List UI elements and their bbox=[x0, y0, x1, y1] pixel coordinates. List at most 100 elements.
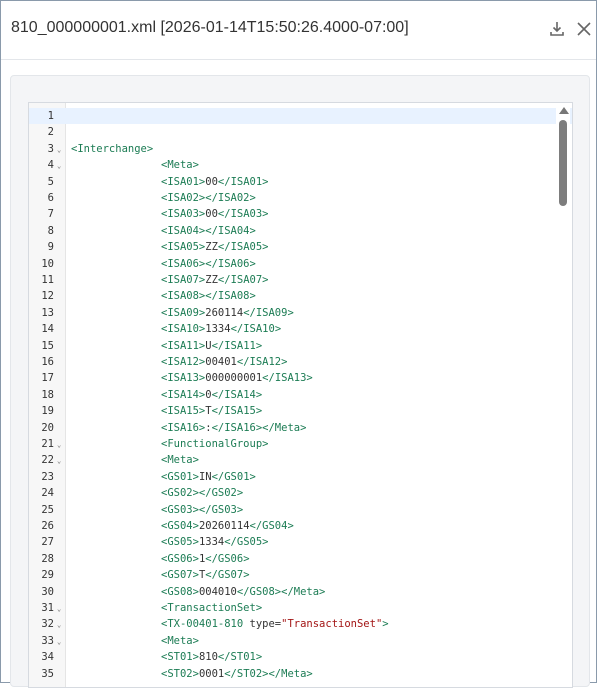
dialog-title: 810_000000001.xml [2026-01-14T15:50:26.4… bbox=[11, 19, 409, 36]
code-text: <Meta> bbox=[161, 452, 199, 468]
code-editor[interactable]: 1 2 3 ⌄ <Interchange> 4 ⌄ <Meta> 5 <ISA01>00</ISA… bbox=[28, 102, 573, 688]
code-token: <ISA04></ISA04> bbox=[161, 224, 256, 237]
code-token: </GS04> bbox=[249, 520, 294, 532]
code-token: "TransactionSet" bbox=[281, 618, 383, 631]
line-number: 9 bbox=[47, 241, 54, 254]
line-number: 17 bbox=[41, 372, 54, 385]
code-token: 000000001 bbox=[205, 372, 263, 385]
code-token: </ISA16></Meta> bbox=[211, 421, 307, 434]
code-text: <ISA09>260114</ISA09> bbox=[161, 305, 294, 321]
code-token: <ISA03> bbox=[161, 208, 206, 221]
code-text: <GS02></GS02> bbox=[161, 485, 243, 501]
line-number: 5 bbox=[47, 175, 54, 188]
code-token: 0001 bbox=[198, 667, 225, 680]
code-text: <Meta> bbox=[161, 157, 199, 173]
code-text: <ISA16>:</ISA16></Meta> bbox=[161, 420, 306, 436]
code-line: 21 ⌄ <FunctionalGroup> bbox=[29, 436, 572, 452]
code-token: <Meta> bbox=[161, 159, 199, 172]
code-text: <ISA15>T</ISA15> bbox=[161, 403, 262, 419]
download-icon[interactable] bbox=[548, 20, 566, 38]
code-line: 8 <ISA04></ISA04> bbox=[29, 223, 572, 239]
fold-chevron-icon[interactable]: ⌄ bbox=[57, 142, 61, 158]
code-token: <GS02></GS02> bbox=[161, 487, 244, 500]
code-token: <ISA01> bbox=[161, 175, 206, 188]
code-line: 31 ⌄ <TransactionSet> bbox=[29, 600, 572, 616]
line-number: 20 bbox=[41, 421, 54, 434]
code-token: </ISA05> bbox=[217, 241, 269, 254]
line-number: 13 bbox=[41, 306, 54, 319]
line-number: 12 bbox=[41, 290, 54, 303]
line-number: 6 bbox=[47, 192, 54, 204]
code-line: 20 <ISA16>:</ISA16></Meta> bbox=[29, 420, 572, 436]
line-number: 4 bbox=[47, 159, 54, 172]
code-line: 24 <GS02></GS02> bbox=[29, 485, 572, 501]
code-text: <GS04>20260114</GS04> bbox=[161, 518, 294, 534]
code-token: </ISA11> bbox=[211, 339, 263, 352]
line-number: 35 bbox=[41, 667, 54, 680]
code-text: <ISA10>1334</ISA10> bbox=[161, 321, 281, 337]
line-number: 26 bbox=[41, 520, 54, 532]
code-text: <ISA02></ISA02> bbox=[161, 190, 256, 206]
content-panel: 1 2 3 ⌄ <Interchange> 4 ⌄ <Meta> 5 <ISA01>00</ISA… bbox=[10, 75, 590, 688]
code-token: </ISA09> bbox=[243, 306, 294, 319]
code-token: <ST01> bbox=[161, 651, 199, 664]
fold-chevron-icon[interactable]: ⌄ bbox=[57, 453, 61, 469]
code-token: <GS04> bbox=[161, 520, 199, 532]
close-icon[interactable] bbox=[575, 20, 593, 38]
code-token: </ISA15> bbox=[211, 405, 263, 418]
code-line: 22 ⌄ <Meta> bbox=[29, 452, 572, 468]
code-token: </GS01> bbox=[211, 470, 256, 483]
code-text: <Interchange> bbox=[71, 141, 153, 157]
code-text: <Meta> bbox=[161, 633, 199, 649]
code-token: </ISA07> bbox=[217, 274, 269, 286]
code-text: <ISA06></ISA06> bbox=[161, 256, 256, 272]
code-line: 32 ⌄ <TX-00401-810 type="TransactionSet"> bbox=[29, 616, 572, 632]
code-text: <TransactionSet> bbox=[161, 600, 262, 616]
code-line: 12 <ISA08></ISA08> bbox=[29, 288, 572, 304]
code-token: <ISA02></ISA02> bbox=[161, 192, 256, 204]
code-text: <ISA03>00</ISA03> bbox=[161, 206, 269, 222]
scrollbar-thumb[interactable] bbox=[559, 120, 567, 206]
code-token: </GS08></Meta> bbox=[236, 585, 326, 598]
line-number: 7 bbox=[47, 208, 54, 221]
fold-chevron-icon[interactable]: ⌄ bbox=[57, 437, 61, 453]
line-number: 27 bbox=[41, 536, 54, 549]
code-line: 33 ⌄ <Meta> bbox=[29, 633, 572, 649]
code-token: </ISA14> bbox=[211, 388, 263, 401]
vertical-scrollbar[interactable] bbox=[556, 103, 570, 687]
code-line: 35 <ST02>0001</ST02></Meta> bbox=[29, 666, 572, 682]
code-text: <GS03></GS03> bbox=[161, 502, 243, 518]
code-token: <Meta> bbox=[161, 634, 199, 647]
fold-chevron-icon[interactable]: ⌄ bbox=[57, 158, 61, 174]
code-line: 9 <ISA05>ZZ</ISA05> bbox=[29, 239, 572, 255]
line-number: 8 bbox=[47, 224, 54, 237]
code-text: <ISA13>000000001</ISA13> bbox=[161, 370, 313, 386]
code-token: 810 bbox=[198, 651, 218, 664]
code-line: 15 <ISA11>U</ISA11> bbox=[29, 338, 572, 354]
code-token: IN bbox=[198, 470, 212, 483]
code-token: </ST01> bbox=[217, 651, 263, 664]
code-token: <ISA11> bbox=[161, 339, 206, 352]
line-number: 10 bbox=[41, 257, 54, 270]
code-line: 19 <ISA15>T</ISA15> bbox=[29, 403, 572, 419]
code-token: 00401 bbox=[205, 356, 237, 368]
code-line: 3 ⌄ <Interchange> bbox=[29, 141, 572, 157]
line-number: 25 bbox=[41, 503, 54, 516]
code-line: 27 <GS05>1334</GS05> bbox=[29, 534, 572, 550]
line-number: 3 bbox=[47, 142, 54, 155]
code-token: <ISA09> bbox=[161, 306, 206, 319]
scroll-up-arrow-icon[interactable] bbox=[559, 107, 569, 114]
line-number: 14 bbox=[41, 323, 54, 336]
code-text: <ISA11>U</ISA11> bbox=[161, 338, 262, 354]
code-token: </ST02></Meta> bbox=[224, 667, 313, 680]
code-line: 17 <ISA13>000000001</ISA13> bbox=[29, 370, 572, 386]
fold-chevron-icon[interactable]: ⌄ bbox=[57, 617, 61, 633]
code-token: > bbox=[382, 618, 389, 631]
code-line: 29 <GS07>T</GS07> bbox=[29, 567, 572, 583]
code-text: <ISA12>00401</ISA12> bbox=[161, 354, 287, 370]
line-number: 15 bbox=[41, 339, 54, 352]
code-token: <GS05> bbox=[161, 536, 199, 549]
fold-chevron-icon[interactable]: ⌄ bbox=[57, 601, 61, 617]
fold-chevron-icon[interactable]: ⌄ bbox=[57, 634, 61, 650]
code-token: <TX-00401-810 bbox=[161, 618, 250, 631]
